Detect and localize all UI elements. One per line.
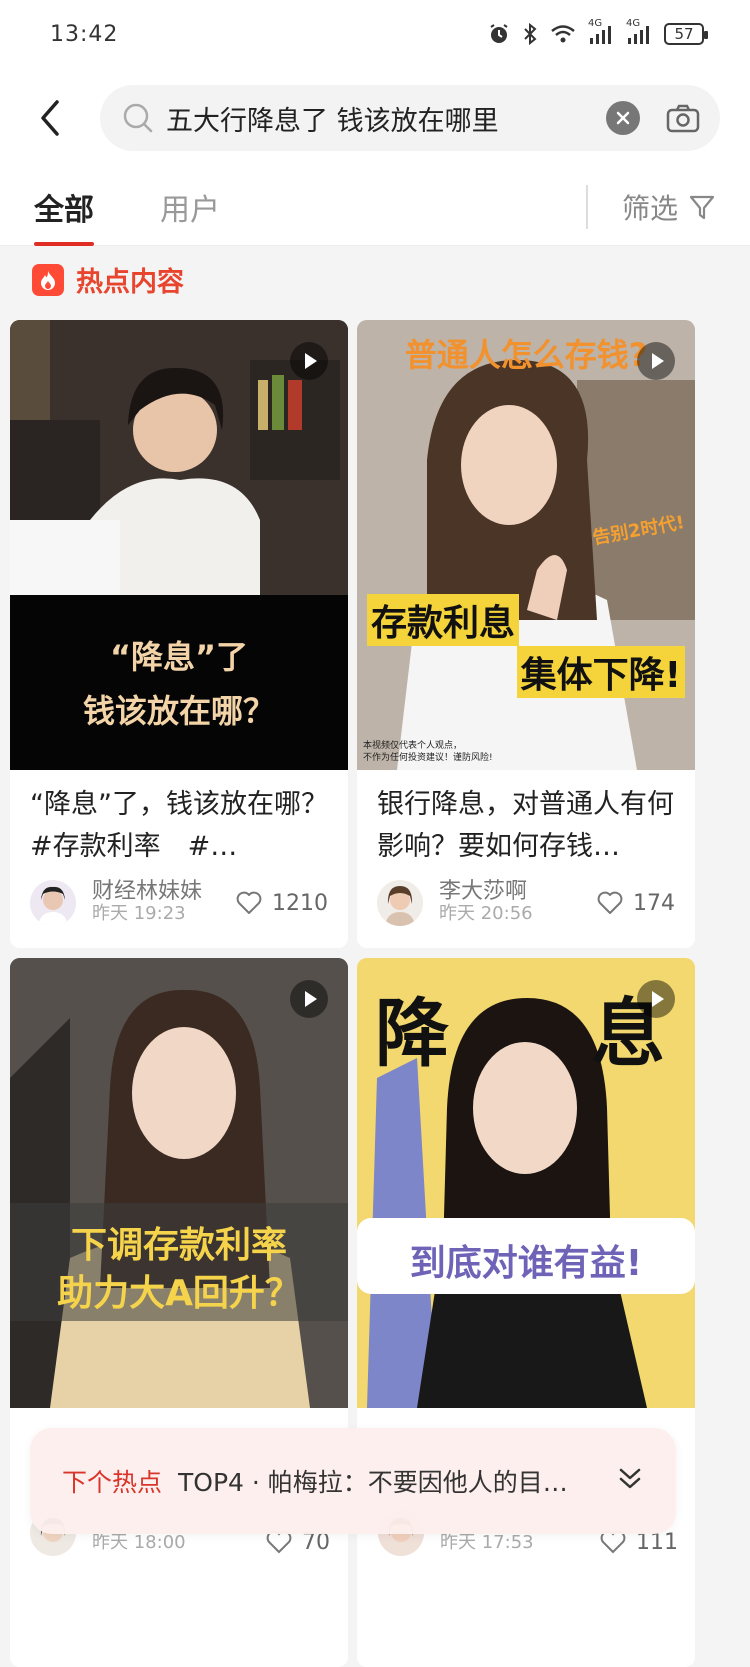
clear-search-button[interactable] — [606, 101, 640, 135]
tab-users[interactable]: 用户 — [160, 168, 220, 246]
post-time: 昨天 17:53 — [440, 1532, 534, 1553]
alarm-icon — [488, 23, 510, 45]
tabs-divider — [585, 184, 588, 229]
like-count: 1210 — [272, 890, 328, 916]
like-button[interactable]: 174 — [597, 891, 675, 916]
post-time: 昨天 18:00 — [92, 1532, 186, 1553]
search-tabs: 全部 用户 筛选 — [0, 168, 750, 246]
author-info: 李大莎啊 昨天 20:56 — [439, 881, 597, 925]
video-card[interactable]: 普通人怎么存钱? 告别2时代! 存款利息 集体下降! 本视频仅代表个人观点， 不… — [357, 320, 695, 948]
bluetooth-icon — [522, 22, 538, 46]
post-time: 昨天 19:23 — [92, 903, 186, 924]
back-button[interactable] — [30, 98, 70, 138]
play-icon — [290, 342, 328, 380]
like-count: 174 — [633, 890, 675, 916]
hot-content-header: 热点内容 — [32, 260, 184, 299]
thumbnail-caption-line1: 下调存款利率 — [70, 1225, 287, 1266]
thumbnail-caption-line1: 存款利息 — [367, 594, 520, 646]
thumbnail-caption-line2: 助力大A回升？ — [57, 1273, 301, 1314]
play-icon — [290, 980, 328, 1018]
card-title: 银行降息，对普通人有何影响？要如何存钱… — [377, 789, 674, 862]
thumbnail-caption-line2: 集体下降! — [516, 646, 685, 698]
video-card[interactable]: 降 息 到底对谁有益! — [357, 958, 695, 1667]
section-title: 热点内容 — [76, 267, 184, 298]
avatar[interactable] — [30, 880, 76, 926]
camera-button[interactable] — [666, 103, 700, 133]
battery-level: 57 — [674, 25, 694, 43]
network-type-label: 4G — [588, 18, 603, 29]
heart-icon — [597, 891, 623, 914]
post-time: 昨天 20:56 — [439, 903, 533, 924]
wifi-icon — [550, 24, 576, 44]
search-icon — [123, 103, 153, 133]
thumbnail-caption-bottom: 到底对谁有益! — [409, 1243, 643, 1284]
video-thumbnail: 下调存款利率 助力大A回升？ — [10, 958, 348, 1408]
thumbnail-caption-top-left: 降 — [375, 991, 449, 1077]
avatar[interactable] — [377, 880, 423, 926]
next-hot-label: 下个热点 — [62, 1468, 163, 1497]
video-card[interactable]: “降息”了 钱该放在哪？ “降息”了，钱该放在哪？ #存款利率 #… 财经林妹妹… — [10, 320, 348, 948]
next-hot-topic-banner[interactable]: 下个热点 TOP4 · 帕梅拉：不要因他人的目… — [30, 1428, 676, 1534]
video-card[interactable]: 下调存款利率 助力大A回升？ — [10, 958, 348, 1667]
card-title: “降息”了，钱该放在哪？ #存款利率 #… — [30, 789, 328, 862]
like-button[interactable]: 1210 — [236, 891, 328, 916]
search-input[interactable]: 五大行降息了 钱该放在哪里 — [166, 99, 606, 138]
battery-icon: 57 — [664, 23, 708, 45]
thumbnail-caption-line1: “降息”了 — [109, 638, 249, 676]
signal-icon: 4G — [626, 18, 652, 44]
thumbnail-image — [10, 958, 348, 1408]
thumbnail-disclaimer-line2: 不作为任何投资建议！谨防风险! — [363, 753, 493, 763]
status-icons: 4G 4G 57 — [488, 18, 708, 46]
camera-icon — [666, 104, 700, 133]
filter-button[interactable]: 筛选 — [622, 187, 716, 227]
video-thumbnail: 降 息 到底对谁有益! — [357, 958, 695, 1408]
status-time: 13:42 — [50, 21, 119, 47]
card-meta: 李大莎啊 昨天 20:56 174 — [357, 870, 695, 926]
author-info: 财经林妹妹 昨天 19:23 — [92, 881, 236, 925]
filter-label: 筛选 — [621, 191, 678, 225]
search-header: 五大行降息了 钱该放在哪里 — [0, 68, 750, 168]
author-name[interactable]: 财经林妹妹 — [92, 881, 236, 903]
thumbnail-caption-line2: 钱该放在哪？ — [82, 692, 275, 730]
fire-icon — [32, 263, 64, 296]
video-thumbnail: “降息”了 钱该放在哪？ — [10, 320, 348, 770]
network-type-label: 4G — [626, 18, 641, 29]
filter-icon — [689, 195, 715, 219]
double-chevron-down-icon — [619, 1468, 641, 1489]
author-name[interactable]: 李大莎啊 — [439, 881, 597, 903]
close-icon — [616, 111, 630, 125]
tab-all[interactable]: 全部 — [34, 168, 94, 246]
video-thumbnail: 普通人怎么存钱? 告别2时代! 存款利息 集体下降! 本视频仅代表个人观点， 不… — [357, 320, 695, 770]
heart-icon — [236, 891, 262, 914]
play-icon — [637, 342, 675, 380]
thumbnail-image — [357, 320, 695, 770]
status-bar: 13:42 4G 4G 57 — [0, 0, 750, 68]
play-icon — [637, 980, 675, 1018]
signal-icon: 4G — [588, 18, 614, 44]
expand-button[interactable] — [616, 1465, 644, 1497]
card-meta: 财经林妹妹 昨天 19:23 1210 — [10, 870, 348, 926]
next-hot-text: TOP4 · 帕梅拉：不要因他人的目… — [178, 1468, 568, 1497]
search-box[interactable]: 五大行降息了 钱该放在哪里 — [100, 85, 720, 151]
chevron-left-icon — [41, 100, 59, 136]
